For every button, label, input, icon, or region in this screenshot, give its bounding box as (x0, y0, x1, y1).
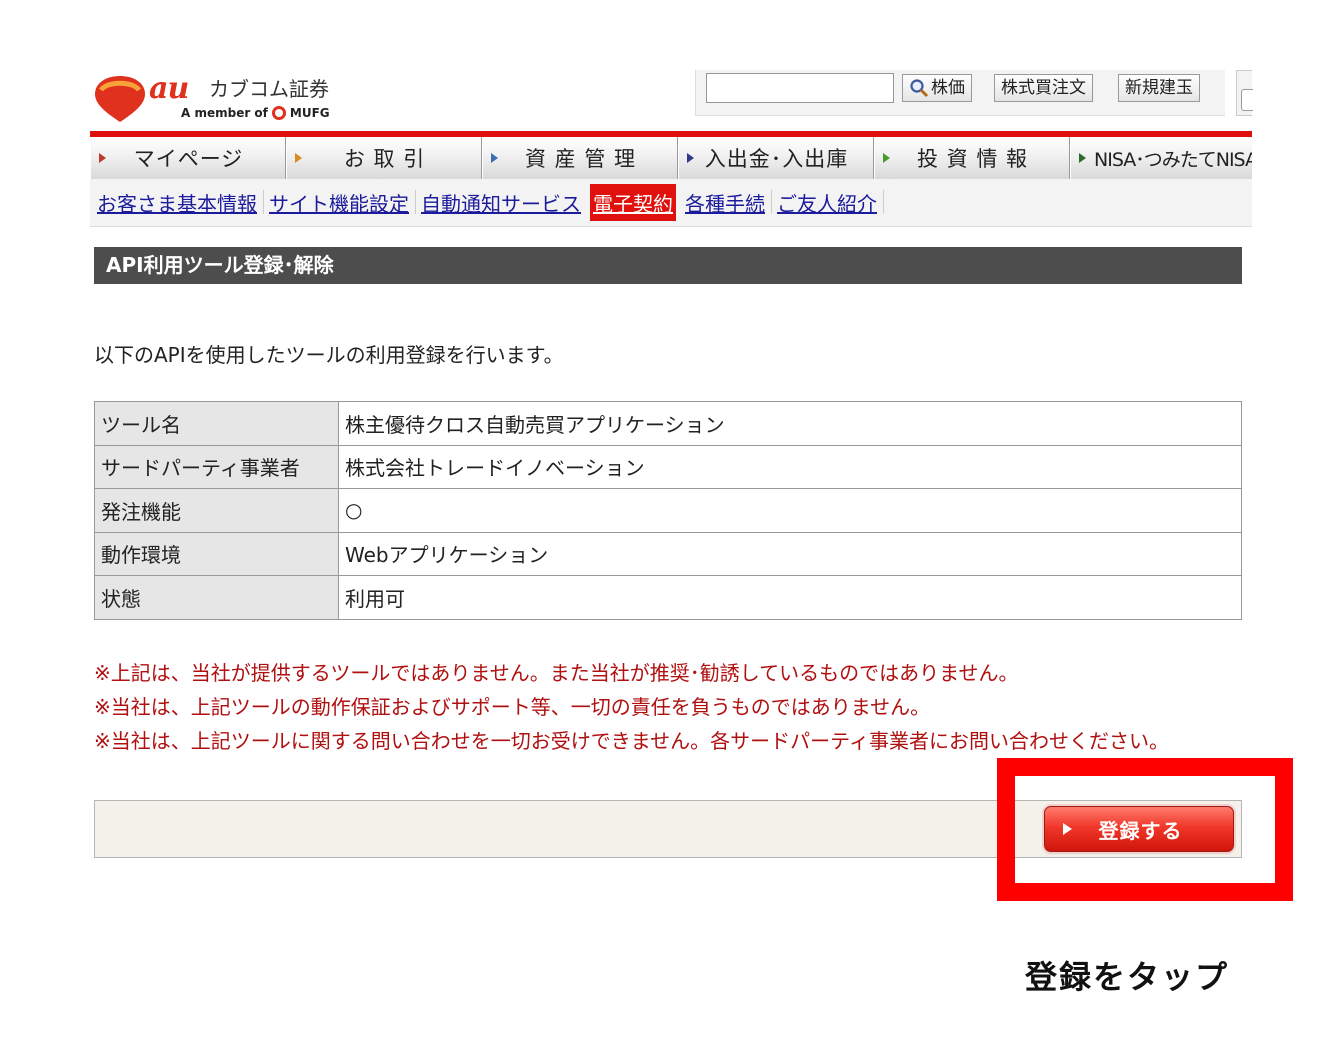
arrow-right-icon (687, 153, 694, 163)
nav-tab-label: 資 産 管 理 (524, 147, 637, 171)
row-value: 株式会社トレードイノベーション (338, 444, 1242, 489)
subnav-auto-notification[interactable]: 自動通知サービス (418, 184, 584, 221)
arrow-right-icon (491, 153, 498, 163)
search-input[interactable] (706, 73, 894, 103)
row-label: サードパーティ事業者 (94, 444, 339, 489)
nav-tab-deposit-withdrawal[interactable]: 入出金･入出庫 (678, 137, 874, 179)
tool-info-table: ツール名 株主優待クロス自動売買アプリケーション サードパーティ事業者 株式会社… (94, 401, 1242, 620)
arrow-right-icon (1079, 153, 1086, 163)
brand-logo[interactable]: au カブコム証券 A member of MUFG (95, 72, 355, 124)
nav-tab-investment-info[interactable]: 投 資 情 報 (874, 137, 1070, 179)
disclaimer-notes: ※上記は、当社が提供するツールではありません。また当社が推奨･勧誘しているもので… (94, 656, 1169, 758)
mufg-logo-icon (271, 106, 286, 120)
subnav-procedures[interactable]: 各種手続 (682, 184, 772, 221)
disclaimer-note: ※当社は、上記ツールに関する問い合わせを一切お受けできません。各サードパーティ事… (94, 729, 1169, 753)
nav-tab-label: マイページ (133, 147, 244, 171)
side-tab-edge[interactable] (1236, 70, 1253, 116)
instruction-caption: 登録をタップ (1025, 958, 1230, 996)
row-label: ツール名 (94, 401, 339, 446)
brand-au-text: au (149, 71, 189, 106)
row-label: 発注機能 (94, 488, 339, 533)
table-row: サードパーティ事業者 株式会社トレードイノベーション (94, 444, 1242, 489)
nav-tab-nisa[interactable]: NISA･つみたてNISA (1070, 137, 1252, 179)
brand-member-line: A member of MUFG (181, 106, 330, 120)
subnav-site-settings[interactable]: サイト機能設定 (266, 184, 416, 221)
new-position-button[interactable]: 新規建玉 (1118, 74, 1200, 102)
search-icon (910, 79, 929, 98)
row-label: 動作環境 (94, 531, 339, 576)
register-button-label: 登録する (1098, 818, 1183, 843)
sub-nav: お客さま基本情報 サイト機能設定 自動通知サービス 電子契約 各種手続 ご友人紹… (90, 179, 1252, 227)
row-label: 状態 (94, 575, 339, 620)
nav-tab-label: お 取 引 (343, 147, 426, 171)
arrow-right-icon (295, 153, 302, 163)
row-value: ○ (338, 488, 1242, 533)
nav-tab-mypage[interactable]: マイページ (90, 137, 286, 179)
arrow-right-icon (1063, 823, 1072, 835)
register-button[interactable]: 登録する (1044, 806, 1234, 852)
brand-group-text: MUFG (289, 106, 330, 120)
nav-tab-label: NISA･つみたてNISA (1094, 148, 1252, 171)
disclaimer-note: ※上記は、当社が提供するツールではありません。また当社が推奨･勧誘しているもので… (94, 661, 1019, 685)
buy-order-button[interactable]: 株式買注文 (994, 74, 1093, 102)
table-row: 状態 利用可 (94, 575, 1242, 620)
brand-name: カブコム証券 (209, 77, 329, 101)
brand-member-text: A member of (181, 106, 268, 120)
stock-price-label: 株価 (931, 78, 965, 98)
nav-tab-label: 入出金･入出庫 (704, 147, 849, 171)
table-row: ツール名 株主優待クロス自動売買アプリケーション (94, 401, 1242, 446)
intro-text: 以下のAPIを使用したツールの利用登録を行います。 (94, 343, 564, 367)
main-nav: マイページ お 取 引 資 産 管 理 入出金･入出庫 投 資 情 報 NISA… (90, 137, 1252, 179)
row-value: Webアプリケーション (338, 531, 1242, 576)
subnav-customer-info[interactable]: お客さま基本情報 (94, 184, 264, 221)
row-value: 株主優待クロス自動売買アプリケーション (338, 401, 1242, 446)
side-tab-nub (1241, 89, 1253, 111)
page-title: API利用ツール登録･解除 (94, 247, 1242, 284)
nav-tab-label: 投 資 情 報 (916, 147, 1029, 171)
disclaimer-note: ※当社は、上記ツールの動作保証およびサポート等、一切の責任を負うものではありませ… (94, 695, 931, 719)
table-row: 動作環境 Webアプリケーション (94, 531, 1242, 576)
au-logo-icon (95, 76, 145, 122)
row-value: 利用可 (338, 575, 1242, 620)
arrow-right-icon (883, 153, 890, 163)
header-search-area: 株価 株式買注文 新規建玉 (695, 70, 1225, 116)
nav-tab-assets[interactable]: 資 産 管 理 (482, 137, 678, 179)
subnav-referral[interactable]: ご友人紹介 (774, 184, 884, 221)
table-row: 発注機能 ○ (94, 488, 1242, 533)
nav-tab-trading[interactable]: お 取 引 (286, 137, 482, 179)
arrow-right-icon (99, 153, 106, 163)
stock-price-search-button[interactable]: 株価 (902, 74, 972, 102)
subnav-e-contract[interactable]: 電子契約 (590, 184, 676, 221)
